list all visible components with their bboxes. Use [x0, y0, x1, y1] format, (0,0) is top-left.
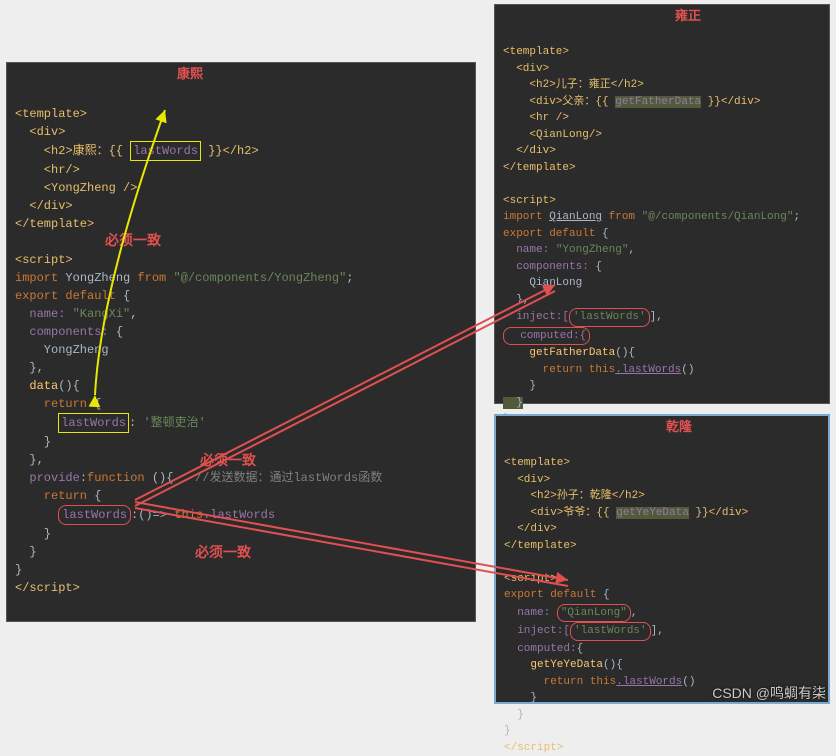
highlight-lastwords-template: lastWords: [130, 141, 201, 161]
note-must-match-2: 必须一致: [200, 450, 256, 470]
panel-yongzheng: 雍正 <template> <div> <h2>儿子：雍正</h2> <div>…: [494, 4, 830, 404]
panel-kangxi: 康熙 <template> <div> <h2>康熙：{{ lastWords …: [6, 62, 476, 622]
highlight-inject-qianlong: 'lastWords': [570, 622, 651, 641]
highlight-lastwords-data: lastWords: [58, 413, 129, 433]
highlight-computed-yongzheng: computed:{: [503, 327, 590, 346]
note-must-match-3: 必须一致: [195, 542, 251, 562]
note-must-match-1: 必须一致: [105, 230, 161, 250]
label-qianlong: 乾隆: [666, 418, 692, 438]
highlight-inject-yongzheng: 'lastWords': [569, 308, 650, 327]
highlight-lastwords-provide: lastWords: [58, 505, 131, 525]
panel-qianlong: 乾隆 <template> <div> <h2>孙子：乾隆</h2> <div>…: [494, 414, 830, 704]
label-kangxi: 康熙: [177, 65, 203, 85]
highlight-name-qianlong: "QianLong": [557, 604, 631, 623]
label-yongzheng: 雍正: [675, 7, 701, 27]
watermark: CSDN @鸣蜩有柒: [712, 683, 826, 703]
